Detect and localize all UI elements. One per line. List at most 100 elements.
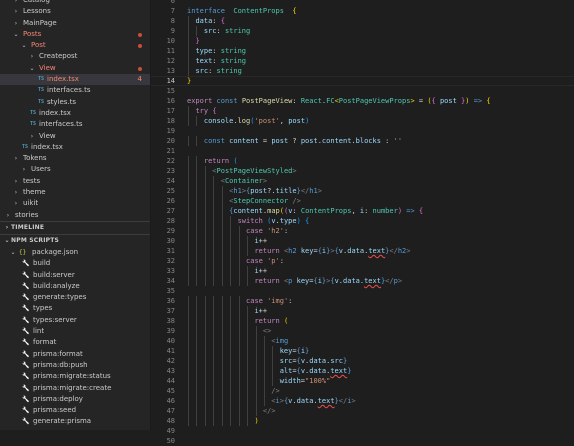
code-token: string xyxy=(220,57,247,65)
code-token: export xyxy=(187,97,213,105)
tree-item-stories[interactable]: › stories xyxy=(0,210,150,221)
indent-guide xyxy=(204,366,206,376)
indent-guide xyxy=(196,406,198,416)
npm-script-item[interactable]: 🔧 prisma:seed xyxy=(0,405,150,416)
tree-item-index-tsx[interactable]: TS index.tsx 4 xyxy=(0,74,150,86)
code-token: string xyxy=(224,27,251,35)
typescript-file-icon: TS xyxy=(30,109,37,116)
code-token: return xyxy=(203,157,230,165)
code-token: } xyxy=(187,77,192,85)
npm-package-item[interactable]: ⌄ {} package.json xyxy=(0,247,150,258)
indent-guide xyxy=(238,326,240,336)
indent-guide xyxy=(230,396,232,406)
indent-guide xyxy=(247,396,249,406)
indent-guide xyxy=(213,206,215,216)
line-number: 39 xyxy=(166,327,175,335)
npm-script-item[interactable]: 🔧 build xyxy=(0,258,150,269)
tree-item-index-tsx[interactable]: TS index.tsx xyxy=(0,108,150,119)
tree-item-mainpage[interactable]: › MainPage xyxy=(0,18,150,29)
npm-scripts-title: NPM SCRIPTS xyxy=(11,236,60,244)
line-number: 33 xyxy=(166,267,175,275)
indent-guide xyxy=(238,306,240,316)
indent-guide xyxy=(221,236,223,246)
code-token: data xyxy=(343,277,360,285)
tree-item-uikit[interactable]: › uikit xyxy=(0,198,150,209)
tree-item-view[interactable]: › View xyxy=(0,131,150,142)
tree-item-index-tsx[interactable]: TS index.tsx xyxy=(0,142,150,153)
indent-guide xyxy=(196,236,198,246)
code-token: ContentProps xyxy=(233,7,284,15)
indent-guide xyxy=(213,176,215,186)
npm-script-item[interactable]: 🔧 prisma:format xyxy=(0,349,150,360)
indent-guide xyxy=(196,196,198,206)
indent-guide xyxy=(230,226,232,236)
npm-script-item[interactable]: 🔧 generate:prisma xyxy=(0,416,150,427)
indent-guide xyxy=(204,326,206,336)
code-token: type xyxy=(195,47,213,55)
indent-guide xyxy=(188,236,189,246)
npm-script-item[interactable]: 🔧 types:server xyxy=(0,315,150,326)
npm-script-item[interactable]: 🔧 prisma:db:push xyxy=(0,360,150,371)
tree-item-theme[interactable]: › theme xyxy=(0,187,150,198)
code-line: alt={v.data.text} xyxy=(187,366,352,376)
chevron-right-icon: › xyxy=(30,53,34,61)
line-number: 31 xyxy=(166,247,175,255)
npm-script-label: generate:types xyxy=(33,293,87,302)
npm-script-item[interactable]: 🔧 format xyxy=(0,337,150,348)
code-line: </> xyxy=(187,406,276,416)
indent-guide xyxy=(255,336,257,346)
code-token: post xyxy=(271,137,289,145)
npm-script-label: prisma:seed xyxy=(33,406,77,415)
code-token: ?. xyxy=(267,187,276,195)
code-editor[interactable]: interface ContentProps { data: { src: st… xyxy=(187,0,574,430)
tree-item-tokens[interactable]: › Tokens xyxy=(0,153,150,164)
npm-script-item[interactable]: 🔧 prisma:migrate:create xyxy=(0,383,150,394)
tree-item-users[interactable]: › Users xyxy=(0,164,150,175)
indent-guide xyxy=(263,366,265,376)
code-token: 'post' xyxy=(254,117,280,125)
line-number-gutter: 6 7 8 9 10 11 12 13 14 15 16 17 18 19 20 21 22 23 24 25 26 27… xyxy=(151,0,183,445)
code-token: log xyxy=(237,117,251,125)
tree-item-interfaces-ts[interactable]: TS interfaces.ts xyxy=(0,119,150,130)
npm-script-item[interactable]: 🔧 lint xyxy=(0,326,150,337)
npm-script-item[interactable]: 🔧 generate:types xyxy=(0,292,150,303)
indent-guide xyxy=(221,376,223,386)
tree-item-styles-ts[interactable]: TS styles.ts xyxy=(0,97,150,108)
indent-guide xyxy=(188,406,189,416)
indent-guide xyxy=(247,406,249,416)
code-line: <> xyxy=(187,326,271,336)
indent-guide xyxy=(238,296,240,306)
tree-item-label: MainPage xyxy=(23,18,57,27)
tree-item-interfaces-ts[interactable]: TS interfaces.ts xyxy=(0,85,150,96)
tree-item-lessons[interactable]: › Lessons xyxy=(0,6,150,17)
npm-script-item[interactable]: 🔧 build:analyze xyxy=(0,281,150,292)
code-token: </> xyxy=(262,407,276,415)
tree-item-view[interactable]: ⌄ View xyxy=(0,63,150,74)
indent-guide xyxy=(221,296,223,306)
code-token: map xyxy=(267,207,280,215)
npm-script-item[interactable]: 🔧 types xyxy=(0,303,150,314)
tree-item-label: View xyxy=(39,131,56,140)
tree-item-post[interactable]: ⌄ Post xyxy=(0,40,150,51)
code-line: <Container> xyxy=(187,176,267,186)
line-number: 47 xyxy=(166,407,175,415)
code-token: title xyxy=(275,187,297,195)
tree-item-tests[interactable]: › tests xyxy=(0,176,150,187)
code-line: case 'h2': xyxy=(187,226,288,236)
indent-guide xyxy=(230,326,232,336)
code-token: FC xyxy=(326,97,335,105)
npm-script-item[interactable]: 🔧 build:server xyxy=(0,270,150,281)
timeline-section[interactable]: › TIMELINE xyxy=(0,220,150,234)
indent-guide xyxy=(196,176,198,186)
tree-item-posts[interactable]: ⌄ Posts xyxy=(0,29,150,40)
npm-script-item[interactable]: 🔧 prisma:deploy xyxy=(0,394,150,405)
tree-item-createpost[interactable]: › Createpost xyxy=(0,51,150,62)
chevron-down-icon: ⌄ xyxy=(10,248,16,256)
indent-guide xyxy=(247,366,249,376)
code-token: interface xyxy=(187,7,225,15)
indent-guide xyxy=(263,396,265,406)
code-line: src: string xyxy=(187,66,241,76)
indent-guide xyxy=(221,326,223,336)
npm-scripts-section[interactable]: ⌄ NPM SCRIPTS xyxy=(0,233,150,247)
npm-script-item[interactable]: 🔧 prisma:migrate:status xyxy=(0,371,150,382)
